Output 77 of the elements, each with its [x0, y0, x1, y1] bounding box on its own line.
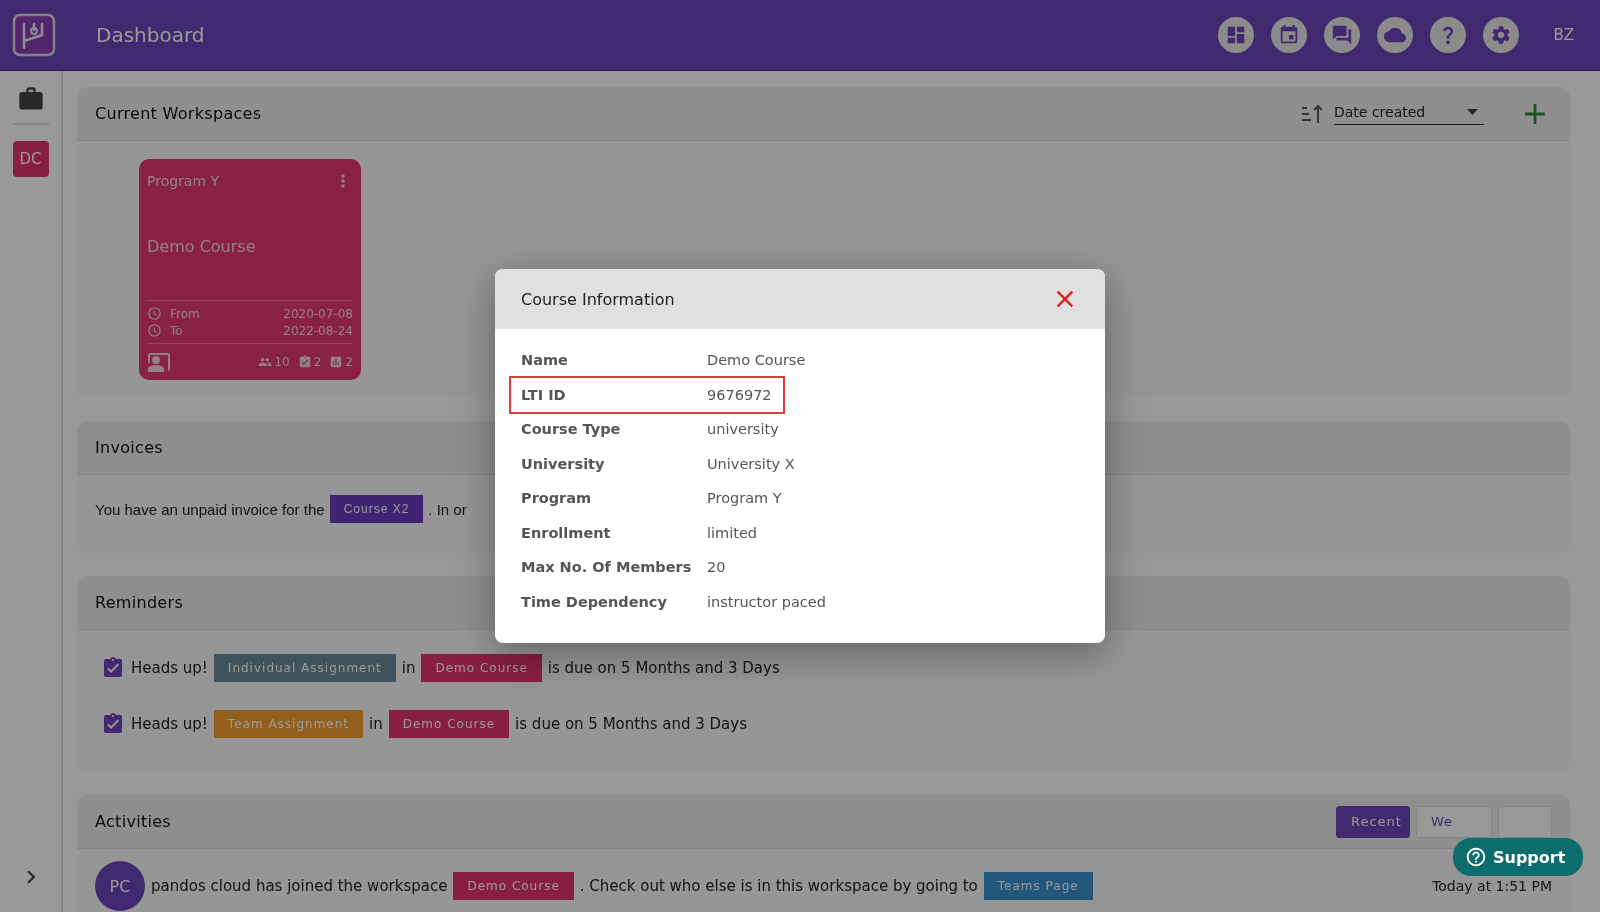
course-name: Demo Course [147, 237, 257, 258]
member-count: 10 [274, 355, 290, 369]
chat-button[interactable] [1324, 17, 1361, 53]
workspace-tile[interactable]: DC [12, 141, 49, 177]
field-value: limited [707, 524, 758, 541]
reminder-text: Heads up! [131, 715, 208, 733]
caret-icon [1467, 109, 1478, 115]
date-value: 2022-08-24 [283, 323, 353, 338]
filter-tab[interactable]: We [1416, 805, 1492, 838]
course-tag[interactable]: Demo Course [421, 654, 542, 682]
panel-title: Invoices [95, 438, 163, 457]
field-label: Max No. Of Members [521, 559, 693, 576]
field-value: University X [707, 455, 795, 472]
field-label: University [521, 455, 606, 472]
clock-icon [147, 323, 162, 338]
activity-time: Today at 1:51 PM [1432, 878, 1552, 894]
field-value: 20 [707, 559, 726, 576]
field-label: Enrollment [521, 524, 612, 541]
filter-tab[interactable]: Recent [1336, 805, 1410, 838]
course-tag[interactable]: Demo Course [453, 872, 574, 900]
user-initials[interactable]: BZ [1553, 26, 1574, 44]
panel-title: Reminders [95, 593, 184, 612]
help-icon [1465, 846, 1487, 868]
panel-title: Activities [95, 812, 171, 831]
assignment-count: 2 [313, 355, 322, 369]
support-button[interactable]: Support [1453, 838, 1584, 876]
chat-icon [1331, 24, 1354, 46]
panel-title: Current Workspaces [95, 104, 262, 123]
dashboard-button[interactable] [1218, 17, 1255, 53]
field-label: Program [521, 490, 593, 507]
reminder-text: in [401, 659, 416, 677]
help-button[interactable] [1430, 17, 1467, 53]
field-value: Program Y [707, 490, 782, 507]
field-label: Name [521, 352, 569, 369]
field-label: Course Type [521, 421, 622, 438]
assignment-icon [297, 355, 312, 369]
logo-icon[interactable] [12, 13, 56, 57]
assignment-tag[interactable]: Individual Assignment [213, 654, 396, 682]
cloud-button[interactable] [1377, 17, 1414, 53]
reminder-text: is due on 5 Months and 3 Days [515, 715, 747, 733]
user-avatar: PC [95, 861, 145, 911]
field-label: LTI ID [521, 386, 567, 403]
invoice-text: . In or [428, 500, 467, 518]
field-label: Time Dependency [521, 593, 668, 610]
settings-icon [1490, 24, 1513, 46]
program-name: Program Y [147, 173, 220, 189]
sort-select[interactable]: Date created [1334, 102, 1484, 125]
settings-button[interactable] [1483, 17, 1520, 53]
course-tag[interactable]: Demo Course [388, 710, 510, 738]
calendar-button[interactable] [1271, 17, 1308, 53]
clock-icon [147, 306, 162, 321]
invoice-text: You have an unpaid invoice for the [95, 500, 325, 518]
field-value: 9676972 [707, 386, 772, 403]
date-label: To [170, 323, 183, 338]
dialog-title: Course Information [521, 289, 675, 309]
activity-text: . Check out who else is in this workspace by going to [579, 877, 978, 895]
field-value: university [707, 421, 779, 438]
chart-icon [329, 355, 344, 369]
assignment-tag[interactable]: Team Assignment [213, 710, 364, 738]
course-card[interactable]: Program Y Demo Course From 2020-07-08 To 2022-08-24 10 2 2 [139, 159, 361, 380]
reminder-text: Heads up! [131, 659, 208, 677]
clipboard-check-icon [101, 656, 125, 680]
reminder-text: in [369, 715, 383, 733]
clipboard-check-icon [101, 712, 125, 736]
field-value: Demo Course [707, 352, 806, 369]
report-count: 2 [345, 355, 353, 369]
date-label: From [170, 306, 200, 321]
reminder-text: is due on 5 Months and 3 Days [547, 659, 780, 677]
instructor-icon [147, 350, 171, 374]
briefcase-icon[interactable] [16, 85, 45, 113]
activity-text: pandos cloud has joined the workspace [151, 877, 448, 895]
field-value: instructor paced [707, 593, 826, 610]
people-icon [258, 355, 273, 369]
date-value: 2020-07-08 [283, 306, 353, 321]
page-title: Dashboard [96, 23, 206, 47]
teams-link[interactable]: Teams Page [983, 872, 1093, 900]
course-tag[interactable]: Course X2 [329, 495, 424, 523]
